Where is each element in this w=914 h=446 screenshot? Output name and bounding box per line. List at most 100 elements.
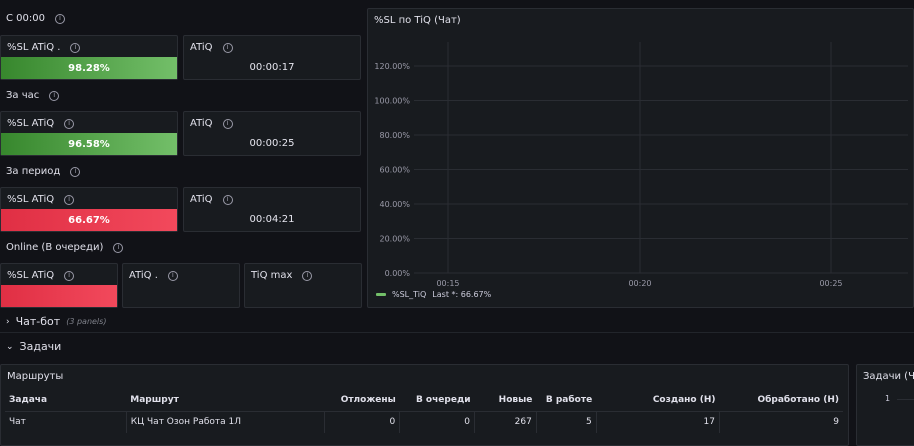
y-tick-label: 80.00% [379,131,410,140]
panel-atiq-online[interactable]: ATiQ . i [122,263,240,308]
panel-title: %SL ATiQ [7,270,55,281]
row-tasks-label: Задачи [19,340,62,353]
column-header[interactable]: Задача [5,389,126,411]
table-cell: Чат [5,410,127,433]
panel-atiq-since-midnight[interactable]: ATiQ i 00:00:17 [183,35,361,80]
row-chatbot-note: (3 panels) [66,317,107,326]
tasks-y-tick: 1 [885,394,891,403]
info-icon[interactable]: i [49,90,60,101]
column-header[interactable]: Отложены [325,389,400,411]
routes-table-wrap: Задача Маршрут Отложены В очереди Новые … [5,389,843,433]
panel-sl-atiq-online[interactable]: %SL ATiQ i [0,263,118,308]
atiq-value: 00:00:25 [249,138,295,149]
y-tick-label: 60.00% [379,166,410,175]
sl-value-bar: 96.58% [1,133,177,155]
table-cell: 267 [474,410,537,433]
info-icon[interactable]: i [54,13,65,24]
chevron-down-icon: ⌄ [6,341,14,352]
sl-value: 66.67% [68,214,110,226]
panel-title-wrap: ATiQ i [190,194,233,205]
y-tick-label: 20.00% [379,235,410,244]
table-cell: 17 [595,410,720,433]
table-cell: 5 [535,410,597,433]
y-tick-label: 0.00% [385,269,411,278]
atiq-value: 00:04:21 [249,214,295,225]
info-icon[interactable]: i [222,194,233,205]
section-per-hour-label: За час [6,90,40,101]
tasks-gridline [897,399,914,400]
legend-swatch [376,293,386,296]
chart-legend[interactable]: %SL_TiQ Last *: 66.67% [376,290,491,299]
row-chatbot-header: › Чат-бот (3 panels) [6,315,106,328]
chevron-right-icon: › [6,316,10,327]
panel-sl-atiq-since-midnight[interactable]: %SL ATiQ . i 98.28% [0,35,178,80]
panel-title-wrap: ATiQ i [190,42,233,53]
chart-svg: 0.00% 20.00% 40.00% 60.00% 80.00% 100.00% 120.… [374,42,908,288]
panel-title: %SL ATiQ . [7,42,61,53]
atiq-value: 00:00:17 [249,62,295,73]
legend-series: %SL_TiQ [392,290,427,299]
section-online: Online (В очереди) i [6,242,124,253]
info-icon[interactable]: i [222,118,233,129]
divider [0,332,914,333]
panel-title: ATiQ . [129,270,158,281]
info-icon[interactable]: i [70,42,81,53]
table-cell: 0 [324,410,400,433]
row-tasks-header: ⌄ Задачи [6,340,61,353]
panel-title-wrap: ATiQ i [190,118,233,129]
info-icon[interactable]: i [113,242,124,253]
column-header[interactable]: Создано (Н) [596,389,719,411]
section-per-period: За период i [6,166,81,177]
panel-atiq-per-period[interactable]: ATiQ i 00:04:21 [183,187,361,232]
info-icon[interactable]: i [302,270,313,281]
panel-title-wrap: %SL ATiQ . i [7,42,81,53]
x-tick-label: 00:20 [628,279,651,288]
column-header[interactable]: Новые [475,389,537,411]
info-icon[interactable]: i [64,194,75,205]
panel-tiq-max-online[interactable]: TiQ max i [244,263,362,308]
row-chatbot[interactable]: › Чат-бот (3 panels) [0,312,914,332]
table-cell: 9 [718,410,843,433]
info-icon[interactable]: i [70,166,81,177]
y-tick-label: 100.00% [374,97,410,106]
panel-title: ATiQ [190,194,213,205]
panel-title-wrap: %SL ATiQ i [7,270,75,281]
column-header[interactable]: Маршрут [126,389,325,411]
info-icon[interactable]: i [222,42,233,53]
column-header[interactable]: Обработано (Н) [719,389,843,411]
sl-value-bar [1,285,117,307]
panel-sl-atiq-per-period[interactable]: %SL ATiQ i 66.67% [0,187,178,232]
column-header[interactable]: В очереди [400,389,475,411]
sl-value: 96.58% [68,138,110,150]
column-header[interactable]: В работе [536,389,596,411]
panel-title-wrap: %SL ATiQ i [7,194,75,205]
info-icon[interactable]: i [167,270,178,281]
tasks-panel[interactable]: Задачи (Ча 1 [856,364,914,446]
panel-atiq-per-hour[interactable]: ATiQ i 00:00:25 [183,111,361,156]
panel-title: TiQ max [251,270,293,281]
chart-panel-sl-tiq[interactable]: %SL по TiQ (Чат) 0.00% 20.00% 40.00% 60.00%… [367,8,914,308]
sl-value-bar: 66.67% [1,209,177,231]
row-tasks[interactable]: ⌄ Задачи [0,337,914,357]
x-tick-label: 00:15 [436,279,459,288]
section-per-hour: За час i [6,90,60,101]
table-row[interactable]: Чат КЦ Чат Озон Работа 1Л 0 0 267 5 17 9 [5,410,843,433]
section-since-midnight-label: С 00:00 [6,13,45,24]
panel-sl-atiq-per-hour[interactable]: %SL ATiQ i 96.58% [0,111,178,156]
sl-value: 98.28% [68,62,110,74]
routes-title: Маршруты [7,371,64,382]
panel-title-wrap: ATiQ . i [129,270,178,281]
panel-title: ATiQ [190,42,213,53]
info-icon[interactable]: i [64,118,75,129]
table-cell: КЦ Чат Озон Работа 1Л [125,410,325,433]
routes-panel[interactable]: Маршруты Задача Маршрут Отложены В очере… [0,364,849,446]
routes-table: Задача Маршрут Отложены В очереди Новые … [5,389,843,433]
sl-value-bar: 98.28% [1,57,177,79]
y-tick-label: 120.00% [374,62,410,71]
x-tick-label: 00:25 [819,279,842,288]
table-cell: 0 [399,410,475,433]
row-chatbot-label: Чат-бот [15,315,61,328]
section-online-label: Online (В очереди) [6,242,104,253]
table-header-row: Задача Маршрут Отложены В очереди Новые … [5,389,843,411]
info-icon[interactable]: i [64,270,75,281]
